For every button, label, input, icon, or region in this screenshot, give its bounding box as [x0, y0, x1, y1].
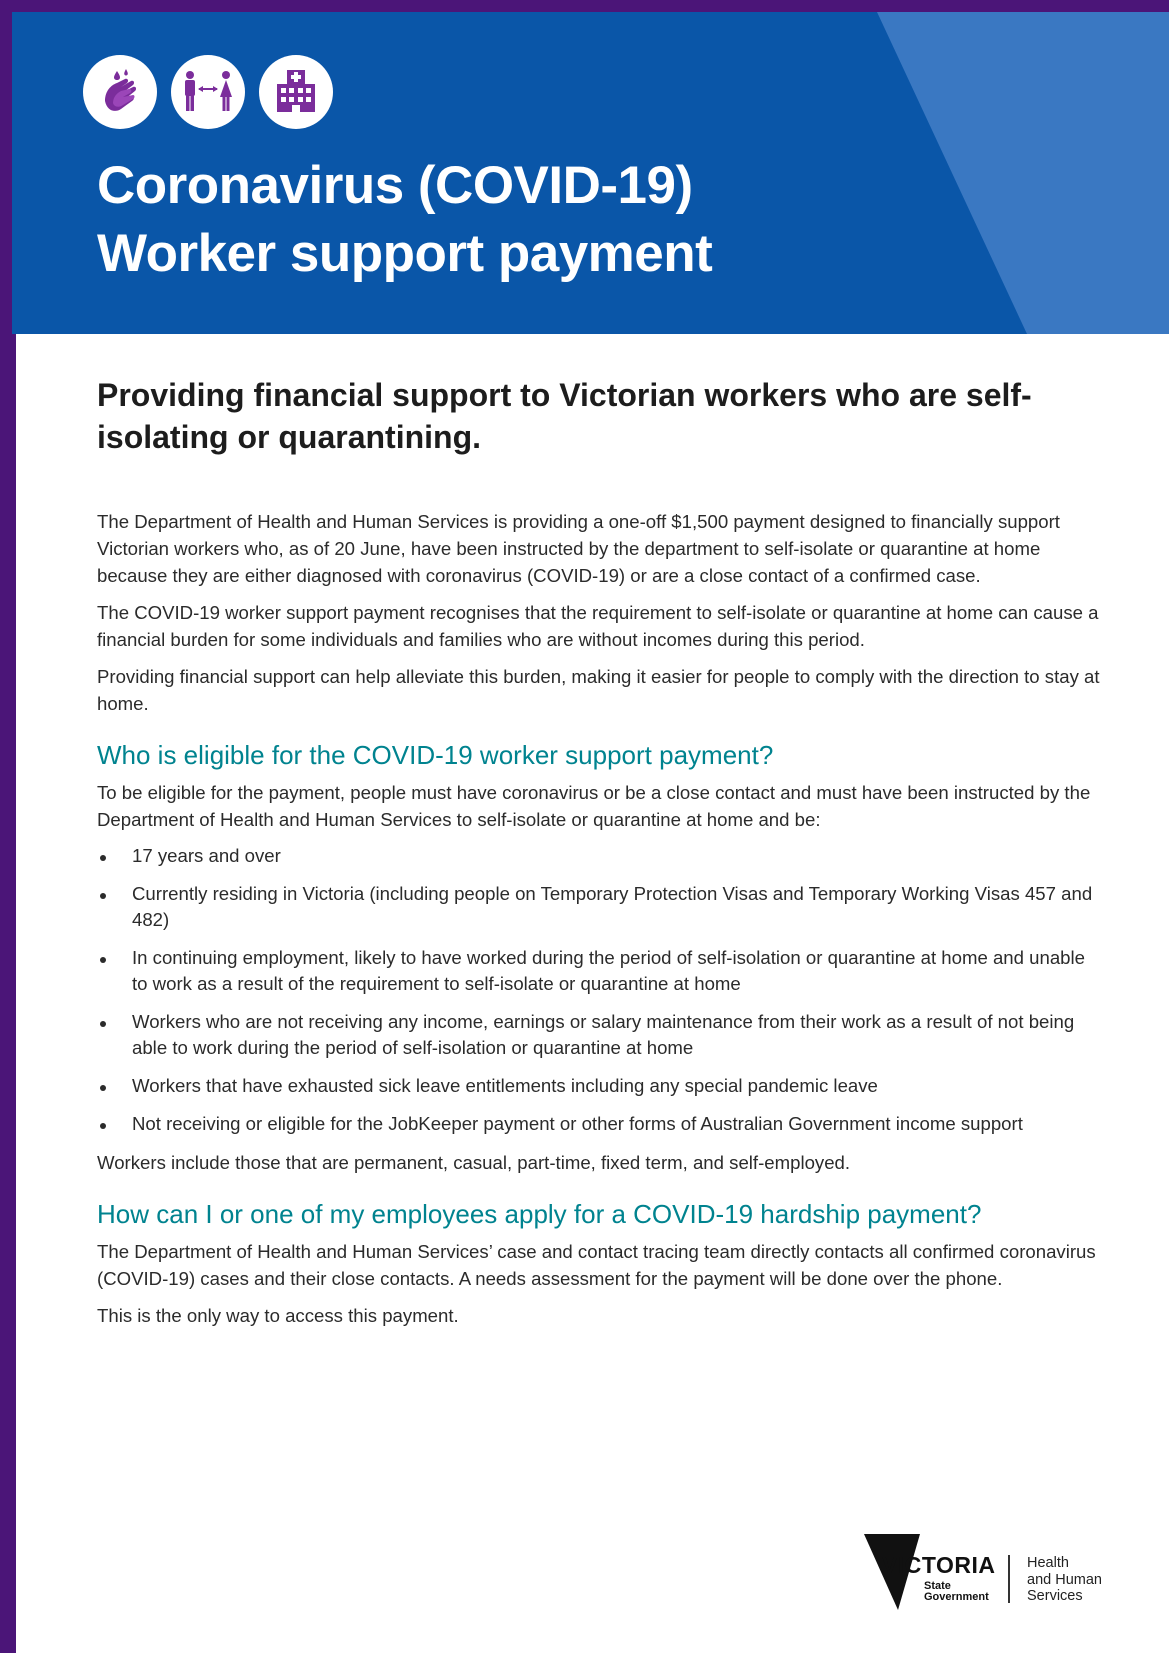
list-item: Currently residing in Victoria (includin…	[97, 881, 1102, 933]
page-title-line-1: Coronavirus (COVID-19)	[97, 156, 693, 215]
list-item-text: Not receiving or eligible for the JobKee…	[132, 1113, 1023, 1134]
bullet-icon	[100, 957, 106, 963]
intro-paragraph-3: Providing financial support can help all…	[97, 666, 1100, 714]
logo-divider	[1008, 1555, 1010, 1603]
lead-heading: Providing financial support to Victorian…	[97, 377, 1032, 455]
list-item-text: Workers that have exhausted sick leave e…	[132, 1075, 878, 1096]
top-frame-bar	[0, 0, 1169, 12]
list-item: Not receiving or eligible for the JobKee…	[97, 1111, 1102, 1137]
logo-subtitle-line-2: Government	[924, 1591, 989, 1603]
victoria-government-logo: VICTORIA State Government Health and Hum…	[862, 1530, 1122, 1612]
logo-subtitle: State Government	[924, 1581, 989, 1603]
list-item-text: In continuing employment, likely to have…	[132, 947, 1085, 994]
bullet-icon	[100, 1085, 106, 1091]
handwashing-icon	[83, 55, 157, 129]
eligibility-list: 17 years and over Currently residing in …	[97, 843, 1102, 1137]
header-icons	[83, 55, 333, 129]
page-title: Coronavirus (COVID-19) Worker support pa…	[97, 152, 713, 288]
department-name-line-1: Health	[1027, 1555, 1069, 1571]
main-content: Providing financial support to Victorian…	[97, 374, 1102, 1339]
department-name: Health and Human Services	[1027, 1555, 1102, 1605]
apply-paragraph-1: The Department of Health and Human Servi…	[97, 1241, 1096, 1289]
list-item-text: Currently residing in Victoria (includin…	[132, 883, 1093, 930]
list-item: Workers that have exhausted sick leave e…	[97, 1073, 1102, 1099]
intro-paragraph-2: The COVID-19 worker support payment reco…	[97, 602, 1099, 650]
intro-paragraph-1: The Department of Health and Human Servi…	[97, 511, 1060, 586]
department-name-line-2: and Human	[1027, 1571, 1102, 1588]
page-title-line-2: Worker support payment	[97, 224, 713, 283]
bullet-icon	[100, 893, 106, 899]
header-banner: Coronavirus (COVID-19) Worker support pa…	[12, 12, 1169, 334]
bullet-icon	[100, 1123, 106, 1129]
logo-wordmark: VICTORIA	[882, 1552, 996, 1578]
bullet-icon	[100, 855, 106, 861]
eligibility-heading: Who is eligible for the COVID-19 worker …	[97, 740, 774, 770]
list-item-text: Workers who are not receiving any income…	[132, 1011, 1075, 1058]
apply-paragraph-2: This is the only way to access this paym…	[97, 1305, 459, 1326]
list-item: 17 years and over	[97, 843, 1102, 869]
bullet-icon	[100, 1021, 106, 1027]
list-item: Workers who are not receiving any income…	[97, 1009, 1102, 1061]
list-item: In continuing employment, likely to have…	[97, 945, 1102, 997]
hospital-icon	[259, 55, 333, 129]
eligibility-intro: To be eligible for the payment, people m…	[97, 782, 1091, 830]
eligibility-note: Workers include those that are permanent…	[97, 1152, 851, 1173]
department-name-line-3: Services	[1027, 1588, 1083, 1604]
apply-heading: How can I or one of my employees apply f…	[97, 1199, 982, 1229]
social-distancing-icon	[171, 55, 245, 129]
list-item-text: 17 years and over	[132, 845, 281, 866]
